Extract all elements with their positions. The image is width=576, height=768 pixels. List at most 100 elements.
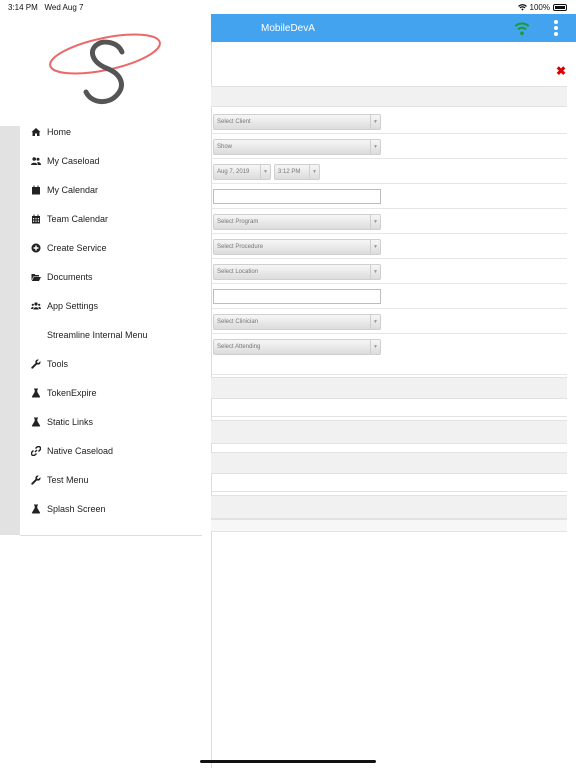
status-time: 3:14 PM Wed Aug 7 (8, 3, 83, 12)
chevron-down-icon: ▼ (370, 215, 380, 229)
program-select[interactable]: Select Program ▼ (213, 214, 381, 230)
location-select[interactable]: Select Location ▼ (213, 264, 381, 280)
status-clock: 3:14 PM (8, 3, 38, 12)
menu-label: TokenExpire (47, 387, 97, 398)
status-select[interactable]: Show ▼ (213, 139, 381, 155)
status-right: 100% (517, 3, 567, 12)
form-section-header (211, 86, 567, 107)
drawer-divider (20, 535, 202, 536)
menu-item-test-menu[interactable]: Test Menu (20, 465, 211, 494)
chevron-down-icon: ▼ (370, 340, 380, 354)
menu-label: Documents (47, 271, 93, 282)
clinician-select[interactable]: Select Clinician ▼ (213, 314, 381, 330)
text-input-2[interactable] (213, 289, 381, 304)
status-select-value: Show (217, 144, 233, 150)
program-row: Select Program ▼ (211, 210, 567, 234)
section-bar-6 (211, 519, 567, 532)
wrench-icon (30, 358, 42, 370)
program-select-value: Select Program (217, 219, 259, 225)
calendar-icon (30, 184, 42, 196)
procedure-row: Select Procedure ▼ (211, 235, 567, 259)
chevron-down-icon: ▼ (370, 240, 380, 254)
flask-icon (30, 416, 42, 428)
clinician-select-value: Select Clinician (217, 319, 259, 325)
folder-open-icon (30, 271, 42, 283)
menu-item-streamline-internal[interactable]: Streamline Internal Menu (20, 320, 211, 349)
section-bar-2 (211, 377, 567, 399)
chevron-down-icon: ▼ (370, 265, 380, 279)
chevron-down-icon: ▼ (370, 140, 380, 154)
menu-label: My Caseload (47, 155, 100, 166)
more-vert-icon[interactable] (553, 19, 559, 37)
menu-item-tools[interactable]: Tools (20, 349, 211, 378)
location-row: Select Location ▼ (211, 260, 567, 284)
menu-label: Static Links (47, 416, 94, 427)
client-select[interactable]: Select Client ▼ (213, 114, 381, 130)
side-drawer: Home My Caseload My Calendar Team Calend… (0, 0, 211, 768)
attending-select[interactable]: Select Attending ▼ (213, 339, 381, 355)
close-icon[interactable]: ✖ (556, 64, 566, 78)
menu-label: Create Service (47, 242, 107, 253)
menu-item-app-settings[interactable]: App Settings (20, 291, 211, 320)
attending-row: Select Attending ▼ (211, 335, 567, 375)
section-row-4 (211, 474, 567, 492)
client-row: Select Client ▼ (211, 110, 567, 134)
users-icon (30, 155, 42, 167)
section-bar-5 (211, 495, 567, 519)
chevron-down-icon: ▼ (309, 165, 319, 179)
menu-label: App Settings (47, 300, 99, 311)
menu-item-team-calendar[interactable]: Team Calendar (20, 204, 211, 233)
wifi-icon[interactable] (513, 19, 531, 37)
datetime-row: Aug 7, 2019 ▼ 3:12 PM ▼ (211, 160, 567, 184)
status-row: Show ▼ (211, 135, 567, 159)
status-bar: 3:14 PM Wed Aug 7 100% (0, 0, 576, 14)
menu-label: Streamline Internal Menu (47, 329, 148, 340)
text-input-1[interactable] (213, 189, 381, 204)
users-group-icon (30, 300, 42, 312)
menu-label: My Calendar (47, 184, 99, 195)
menu-item-home[interactable]: Home (20, 117, 211, 146)
section-row-2 (211, 399, 567, 417)
location-select-value: Select Location (217, 269, 259, 275)
date-select[interactable]: Aug 7, 2019 ▼ (213, 164, 271, 180)
menu-label: Splash Screen (47, 503, 106, 514)
menu-item-my-calendar[interactable]: My Calendar (20, 175, 211, 204)
menu-label: Test Menu (47, 474, 89, 485)
section-bar-3 (211, 420, 567, 444)
plus-circle-icon (30, 242, 42, 254)
menu-item-documents[interactable]: Documents (20, 262, 211, 291)
blank-icon (30, 329, 42, 341)
text-row-1 (211, 185, 567, 209)
chevron-down-icon: ▼ (260, 165, 270, 179)
service-form: Select Client ▼ Show ▼ Aug 7, 2019 ▼ 3:12 P… (211, 86, 567, 375)
text-row-2 (211, 285, 567, 309)
menu-item-tokenexpire[interactable]: TokenExpire (20, 378, 211, 407)
attending-select-value: Select Attending (217, 344, 261, 350)
menu-item-native-caseload[interactable]: Native Caseload (20, 436, 211, 465)
app-header: MobileDevA (211, 14, 576, 42)
menu-item-static-links[interactable]: Static Links (20, 407, 211, 436)
wrench-icon (30, 474, 42, 486)
streamline-logo-icon (49, 33, 161, 104)
procedure-select-value: Select Procedure (217, 244, 264, 250)
chevron-down-icon: ▼ (370, 115, 380, 129)
time-select-value: 3:12 PM (278, 169, 301, 175)
procedure-select[interactable]: Select Procedure ▼ (213, 239, 381, 255)
home-icon (30, 126, 42, 138)
status-date: Wed Aug 7 (44, 3, 84, 12)
menu-label: Team Calendar (47, 213, 109, 224)
link-icon (30, 445, 42, 457)
flask-icon (30, 503, 42, 515)
menu-item-splash-screen[interactable]: Splash Screen (20, 494, 211, 523)
clinician-row: Select Clinician ▼ (211, 310, 567, 334)
battery-icon (553, 4, 567, 11)
time-select[interactable]: 3:12 PM ▼ (274, 164, 320, 180)
date-select-value: Aug 7, 2019 (217, 169, 250, 175)
calendar-grid-icon (30, 213, 42, 225)
menu-item-create-service[interactable]: Create Service (20, 233, 211, 262)
menu-item-my-caseload[interactable]: My Caseload (20, 146, 211, 175)
home-indicator[interactable] (200, 760, 376, 763)
menu-label: Home (47, 126, 72, 137)
battery-percent: 100% (529, 3, 550, 12)
chevron-down-icon: ▼ (370, 315, 380, 329)
